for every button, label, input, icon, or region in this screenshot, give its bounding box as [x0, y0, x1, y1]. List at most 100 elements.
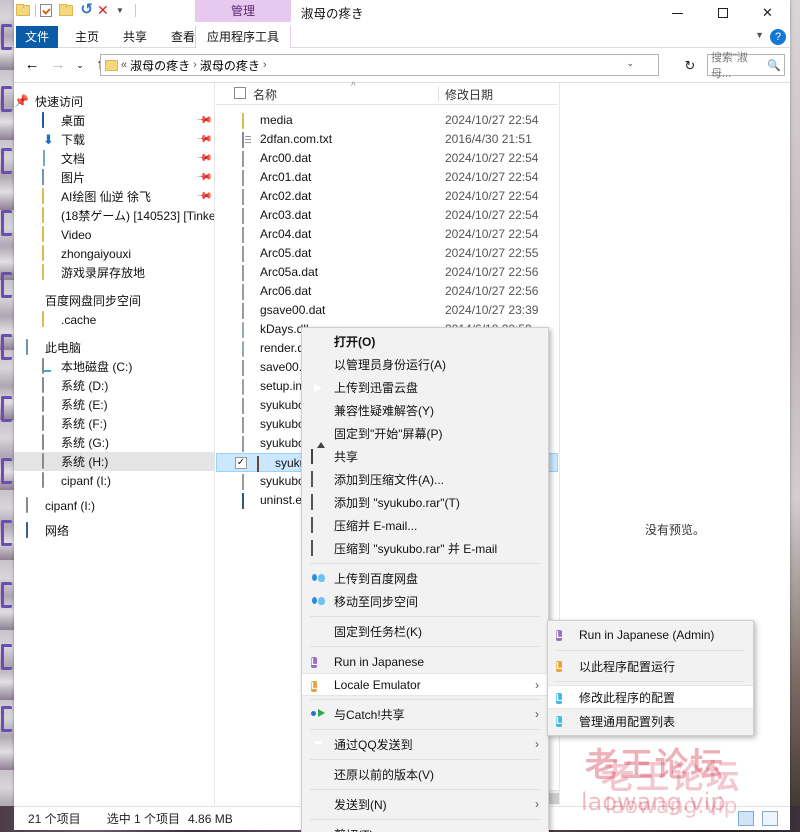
minimize-button[interactable]: [655, 0, 700, 26]
menu-item-cut[interactable]: 剪切(T): [302, 823, 548, 832]
menu-label: 添加到压缩文件(A)...: [334, 473, 444, 487]
recent-locations-button[interactable]: ⌄: [70, 55, 90, 75]
search-icon[interactable]: 🔍: [767, 59, 781, 72]
menu-item-upload-baidu[interactable]: 上传到百度网盘: [302, 567, 548, 590]
sidebar-item-cipanf[interactable]: cipanf (I:): [14, 496, 214, 515]
tab-file[interactable]: 文件: [16, 26, 58, 48]
forward-button[interactable]: →: [48, 55, 68, 75]
sidebar-item-local-disk-c[interactable]: 本地磁盘 (C:): [14, 357, 214, 376]
sidebar-item-pictures[interactable]: 图片 📌: [14, 168, 214, 187]
sidebar-label: .cache: [61, 312, 97, 327]
table-row[interactable]: Arc02.dat 2024/10/27 22:54: [216, 187, 558, 206]
menu-item-share-with-catch[interactable]: 与Catch!共享 ›: [302, 703, 548, 726]
menu-item-send-via-qq[interactable]: 通过QQ发送到 ›: [302, 733, 548, 756]
sidebar-item-network[interactable]: 网络: [14, 521, 214, 540]
table-row[interactable]: gsave00.dat 2024/10/27 23:39: [216, 301, 558, 320]
table-row[interactable]: 2dfan.com.txt 2016/4/30 21:51: [216, 130, 558, 149]
table-row[interactable]: Arc05a.dat 2024/10/27 22:56: [216, 263, 558, 282]
menu-item-add-to-syukubo-rar[interactable]: 添加到 "syukubo.rar"(T): [302, 491, 548, 514]
address-input[interactable]: « 淑母の疼き › 淑母の疼き › ⌄: [100, 54, 659, 76]
undo-icon[interactable]: ↻: [78, 1, 93, 18]
close-button[interactable]: ✕: [745, 0, 790, 26]
menu-item-compatibility-troubleshoot[interactable]: 兼容性疑难解答(Y): [302, 399, 548, 422]
table-row[interactable]: Arc06.dat 2024/10/27 22:56: [216, 282, 558, 301]
menu-item-upload-xunlei[interactable]: 上传到迅雷云盘: [302, 376, 548, 399]
breadcrumb-item-2[interactable]: 淑母の疼き: [200, 57, 260, 74]
menu-item-compress-and-email[interactable]: 压缩并 E-mail...: [302, 514, 548, 537]
sidebar-item-documents[interactable]: 文档 📌: [14, 149, 214, 168]
sidebar-item-drive-i[interactable]: cipanf (I:): [14, 471, 214, 490]
maximize-button[interactable]: [700, 0, 745, 26]
menu-item-pin-to-start[interactable]: 固定到"开始"屏幕(P): [302, 422, 548, 445]
submenu-item-run-in-japanese-admin[interactable]: L Run in Japanese (Admin): [548, 623, 753, 647]
sidebar-item-drive-d[interactable]: 系统 (D:): [14, 376, 214, 395]
pin-icon[interactable]: 📌: [195, 150, 212, 167]
menu-item-restore-previous-versions[interactable]: 还原以前的版本(V): [302, 763, 548, 786]
menu-item-pin-to-taskbar[interactable]: 固定到任务栏(K): [302, 620, 548, 643]
tab-application-tools[interactable]: 应用程序工具: [195, 26, 291, 48]
sidebar-item-cache[interactable]: .cache: [14, 310, 214, 329]
navigation-pane[interactable]: 📌 快速访问 桌面 📌 ⬇ 下载 📌 文档 📌 图片 📌 AI绘图 仙逆 徐飞 …: [14, 83, 215, 805]
sidebar-item-downloads[interactable]: ⬇ 下载 📌: [14, 130, 214, 149]
address-dropdown-icon[interactable]: ⌄: [626, 58, 634, 69]
sidebar-item-video[interactable]: Video: [14, 225, 214, 244]
submenu-item-run-with-profile[interactable]: L 以此程序配置运行: [548, 654, 753, 678]
sidebar-item-desktop[interactable]: 桌面 📌: [14, 111, 214, 130]
column-divider[interactable]: [438, 86, 439, 101]
sidebar-item-quick-access[interactable]: 📌 快速访问: [14, 92, 214, 111]
table-row[interactable]: Arc05.dat 2024/10/27 22:55: [216, 244, 558, 263]
pin-icon[interactable]: 📌: [195, 188, 212, 205]
large-icons-view-button[interactable]: [762, 811, 778, 826]
sidebar-item-drive-e[interactable]: 系统 (E:): [14, 395, 214, 414]
sidebar-item-game-folder[interactable]: (18禁ゲーム) [140523] [TinkerBe: [14, 206, 214, 225]
chevron-down-icon[interactable]: ▼: [755, 30, 764, 40]
refresh-button[interactable]: ↻: [679, 54, 701, 76]
menu-item-compress-to-syukubo-rar-and-email[interactable]: 压缩到 "syukubo.rar" 并 E-mail: [302, 537, 548, 560]
sidebar-item-drive-h[interactable]: 系统 (H:): [14, 452, 214, 471]
sidebar-item-drive-g[interactable]: 系统 (G:): [14, 433, 214, 452]
search-box[interactable]: 搜索"淑母... 🔍: [707, 52, 785, 80]
menu-item-locale-emulator[interactable]: L Locale Emulator ›: [302, 673, 548, 696]
context-menu[interactable]: 打开(O) 以管理员身份运行(A) 上传到迅雷云盘 兼容性疑难解答(Y) 固定到…: [301, 327, 549, 832]
sidebar-item-baidu-sync[interactable]: 百度网盘同步空间: [14, 291, 214, 310]
column-header-name[interactable]: 名称: [253, 86, 277, 103]
table-row[interactable]: Arc00.dat 2024/10/27 22:54: [216, 149, 558, 168]
table-row[interactable]: Arc04.dat 2024/10/27 22:54: [216, 225, 558, 244]
new-item-icon[interactable]: [59, 3, 74, 18]
new-folder-icon[interactable]: [16, 3, 31, 18]
sidebar-item-zhongaiyouxi[interactable]: zhongaiyouxi: [14, 244, 214, 263]
select-all-checkbox[interactable]: [234, 87, 246, 99]
details-view-button[interactable]: [738, 811, 754, 826]
table-row[interactable]: Arc01.dat 2024/10/27 22:54: [216, 168, 558, 187]
tab-home[interactable]: 主页: [66, 26, 108, 48]
breadcrumb-item-1[interactable]: 淑母の疼き: [130, 57, 190, 74]
sidebar-item-ai-folder[interactable]: AI绘图 仙逆 徐飞 📌: [14, 187, 214, 206]
properties-icon[interactable]: [40, 3, 55, 18]
back-button[interactable]: ←: [22, 55, 42, 75]
menu-item-share[interactable]: 共享: [302, 445, 548, 468]
menu-item-add-to-archive[interactable]: 添加到压缩文件(A)...: [302, 468, 548, 491]
tab-share[interactable]: 共享: [114, 26, 156, 48]
locale-emulator-submenu[interactable]: L Run in Japanese (Admin) L 以此程序配置运行 L 修…: [547, 620, 754, 736]
row-checkbox[interactable]: ✓: [235, 457, 247, 469]
menu-item-send-to[interactable]: 发送到(N) ›: [302, 793, 548, 816]
contextual-tab-manage[interactable]: 管理: [195, 0, 291, 22]
menu-item-open[interactable]: 打开(O): [302, 330, 548, 353]
menu-item-run-as-admin[interactable]: 以管理员身份运行(A): [302, 353, 548, 376]
sidebar-item-drive-f[interactable]: 系统 (F:): [14, 414, 214, 433]
pin-icon[interactable]: 📌: [195, 112, 212, 129]
delete-icon[interactable]: ✕: [97, 3, 112, 18]
column-header-date[interactable]: 修改日期: [445, 86, 493, 103]
submenu-item-modify-profile[interactable]: L 修改此程序的配置: [548, 685, 753, 709]
pin-icon[interactable]: 📌: [195, 169, 212, 186]
table-row[interactable]: Arc03.dat 2024/10/27 22:54: [216, 206, 558, 225]
customize-dropdown-icon[interactable]: ▼: [116, 3, 131, 18]
sidebar-item-this-pc[interactable]: 此电脑: [14, 338, 214, 357]
menu-item-run-in-japanese[interactable]: L Run in Japanese: [302, 650, 548, 673]
sidebar-item-recordings[interactable]: 游戏录屏存放地: [14, 263, 214, 282]
table-row[interactable]: media 2024/10/27 22:54: [216, 111, 558, 130]
submenu-item-manage-global-profiles[interactable]: L 管理通用配置列表: [548, 709, 753, 733]
help-icon[interactable]: ?: [770, 29, 786, 45]
menu-item-move-to-sync[interactable]: 移动至同步空间: [302, 590, 548, 613]
pin-icon[interactable]: 📌: [195, 131, 212, 148]
